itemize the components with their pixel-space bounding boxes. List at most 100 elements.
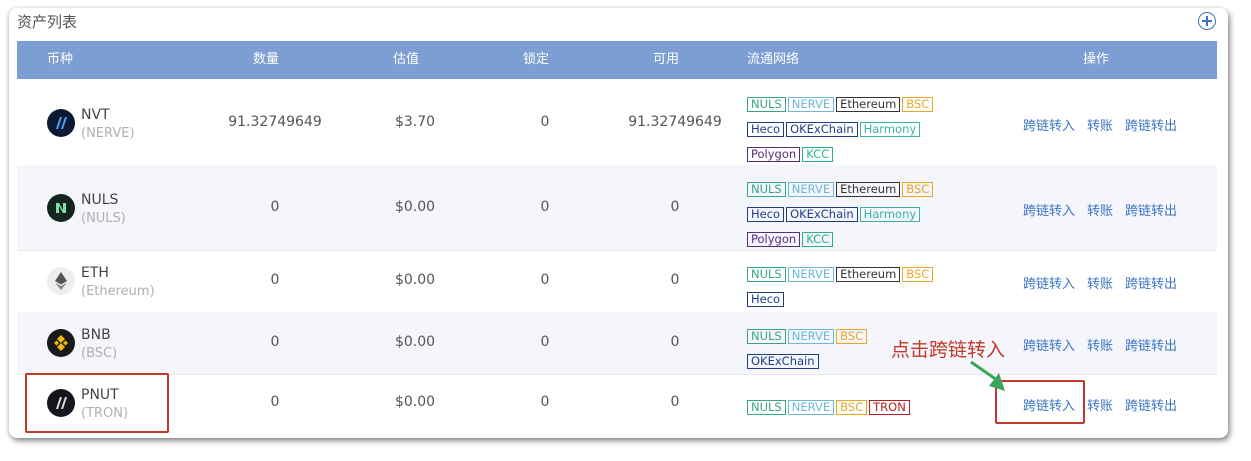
header-actions: 操作: [1083, 52, 1110, 67]
network-tag: KCC: [802, 147, 834, 162]
coin-symbol: NVT: [81, 107, 110, 123]
row-actions: 跨链转入 转账 跨链转出: [1023, 273, 1189, 292]
transfer-link[interactable]: 转账: [1087, 204, 1113, 219]
network-tag: NULS: [747, 329, 786, 344]
network-tag: NERVE: [787, 97, 835, 112]
table-row: BNB (BSC) 0 $0.00 0 0 NULS NERVE BSC OKExCh…: [17, 312, 1217, 375]
network-tag: Heco: [747, 292, 785, 307]
network-tag: OKExChain: [786, 207, 858, 222]
transfer-link[interactable]: 转账: [1087, 277, 1113, 292]
network-tags: NULS NERVE Ethereum BSC Heco OKExChain Harmony…: [747, 178, 1007, 253]
transfer-link[interactable]: 转账: [1087, 339, 1113, 354]
header-networks: 流通网络: [747, 52, 800, 67]
available-cell: 91.32749649: [628, 114, 722, 130]
cross-chain-out-link[interactable]: 跨链转出: [1125, 204, 1177, 219]
coin-symbol: BNB: [81, 327, 111, 343]
cross-chain-in-link[interactable]: 跨链转入: [1023, 204, 1075, 219]
available-cell: 0: [670, 334, 680, 350]
value-cell: $3.70: [394, 114, 436, 130]
eth-coin-icon: [47, 267, 75, 295]
network-tag: OKExChain: [747, 354, 819, 369]
row-actions: 跨链转入 转账 跨链转出: [1023, 335, 1189, 354]
header-coin: 币种: [47, 52, 74, 67]
bnb-coin-icon: [47, 329, 75, 357]
network-tag: NULS: [747, 400, 786, 415]
network-tag: BSC: [836, 329, 868, 344]
amount-cell: 91.32749649: [228, 114, 322, 130]
network-tags: NULS NERVE BSC TRON: [747, 396, 1007, 421]
network-tag: OKExChain: [786, 122, 858, 137]
locked-cell: 0: [540, 272, 550, 288]
value-cell: $0.00: [394, 272, 436, 288]
available-cell: 0: [670, 394, 680, 410]
network-tag: Polygon: [747, 232, 801, 247]
network-tag: NULS: [747, 267, 786, 282]
coin-chain: (Ethereum): [81, 284, 155, 299]
nuls-coin-icon: [47, 194, 75, 222]
network-tag: TRON: [869, 400, 910, 415]
network-tag: Harmony: [859, 122, 921, 137]
cross-chain-out-link[interactable]: 跨链转出: [1125, 277, 1177, 292]
network-tag: BSC: [902, 97, 934, 112]
locked-cell: 0: [540, 199, 550, 215]
network-tags: NULS NERVE Ethereum BSC Heco OKExChain Harmony…: [747, 93, 1007, 168]
header-available: 可用: [653, 52, 680, 67]
amount-cell: 0: [270, 394, 280, 410]
row-actions: 跨链转入 转账 跨链转出: [1023, 115, 1189, 134]
network-tag: BSC: [902, 182, 934, 197]
coin-chain: (NERVE): [81, 126, 135, 141]
value-cell: $0.00: [394, 199, 436, 215]
table-row: NULS (NULS) 0 $0.00 0 0 NULS NERVE Ethereu…: [17, 165, 1217, 251]
table-row: ETH (Ethereum) 0 $0.00 0 0 NULS NERVE Ethe…: [17, 250, 1217, 313]
header-locked: 锁定: [523, 52, 550, 67]
amount-cell: 0: [270, 334, 280, 350]
transfer-link[interactable]: 转账: [1087, 119, 1113, 134]
network-tag: Polygon: [747, 147, 801, 162]
table-row: NVT (NERVE) 91.32749649 $3.70 0 91.32749…: [17, 79, 1217, 166]
coin-symbol: ETH: [81, 265, 109, 281]
coin-symbol: NULS: [81, 192, 119, 208]
network-tags: NULS NERVE Ethereum BSC Heco: [747, 263, 1007, 313]
network-tag: Heco: [747, 122, 785, 137]
nvt-coin-icon: [47, 109, 75, 137]
network-tag: Heco: [747, 207, 785, 222]
available-cell: 0: [670, 272, 680, 288]
network-tag: NERVE: [787, 400, 835, 415]
cross-chain-out-link[interactable]: 跨链转出: [1125, 399, 1177, 414]
amount-cell: 0: [270, 199, 280, 215]
header-value: 估值: [393, 52, 420, 67]
network-tag: KCC: [802, 232, 834, 247]
asset-list-panel: 资产列表 币种 数量 估值 锁定 可用 流通网络 操作 NVT (NERVE) …: [9, 8, 1228, 438]
network-tag: NULS: [747, 182, 786, 197]
panel-title: 资产列表: [17, 13, 78, 31]
header-amount: 数量: [253, 52, 280, 67]
cross-chain-out-link[interactable]: 跨链转出: [1125, 339, 1177, 354]
cross-chain-in-link[interactable]: 跨链转入: [1023, 119, 1075, 134]
locked-cell: 0: [540, 394, 550, 410]
callout-arrow-icon: [970, 360, 1005, 391]
locked-cell: 0: [540, 334, 550, 350]
network-tag: Ethereum: [836, 182, 901, 197]
value-cell: $0.00: [394, 334, 436, 350]
network-tag: BSC: [836, 400, 868, 415]
pnut-highlight-box: [25, 373, 169, 433]
locked-cell: 0: [540, 114, 550, 130]
network-tag: Harmony: [859, 207, 921, 222]
transfer-link[interactable]: 转账: [1087, 399, 1113, 414]
amount-cell: 0: [270, 272, 280, 288]
network-tag: NERVE: [787, 329, 835, 344]
row-actions: 跨链转入 转账 跨链转出: [1023, 200, 1189, 219]
cross-chain-in-link[interactable]: 跨链转入: [1023, 339, 1075, 354]
network-tag: BSC: [902, 267, 934, 282]
network-tag: Ethereum: [836, 267, 901, 282]
coin-chain: (BSC): [81, 346, 118, 361]
table-header: 币种 数量 估值 锁定 可用 流通网络 操作: [17, 41, 1217, 79]
available-cell: 0: [670, 199, 680, 215]
network-tag: NERVE: [787, 182, 835, 197]
add-asset-icon[interactable]: [1198, 12, 1216, 30]
cross-chain-out-link[interactable]: 跨链转出: [1125, 119, 1177, 134]
cross-chain-in-link[interactable]: 跨链转入: [1023, 277, 1075, 292]
network-tag: Ethereum: [836, 97, 901, 112]
network-tag: NULS: [747, 97, 786, 112]
coin-chain: (NULS): [81, 211, 126, 226]
